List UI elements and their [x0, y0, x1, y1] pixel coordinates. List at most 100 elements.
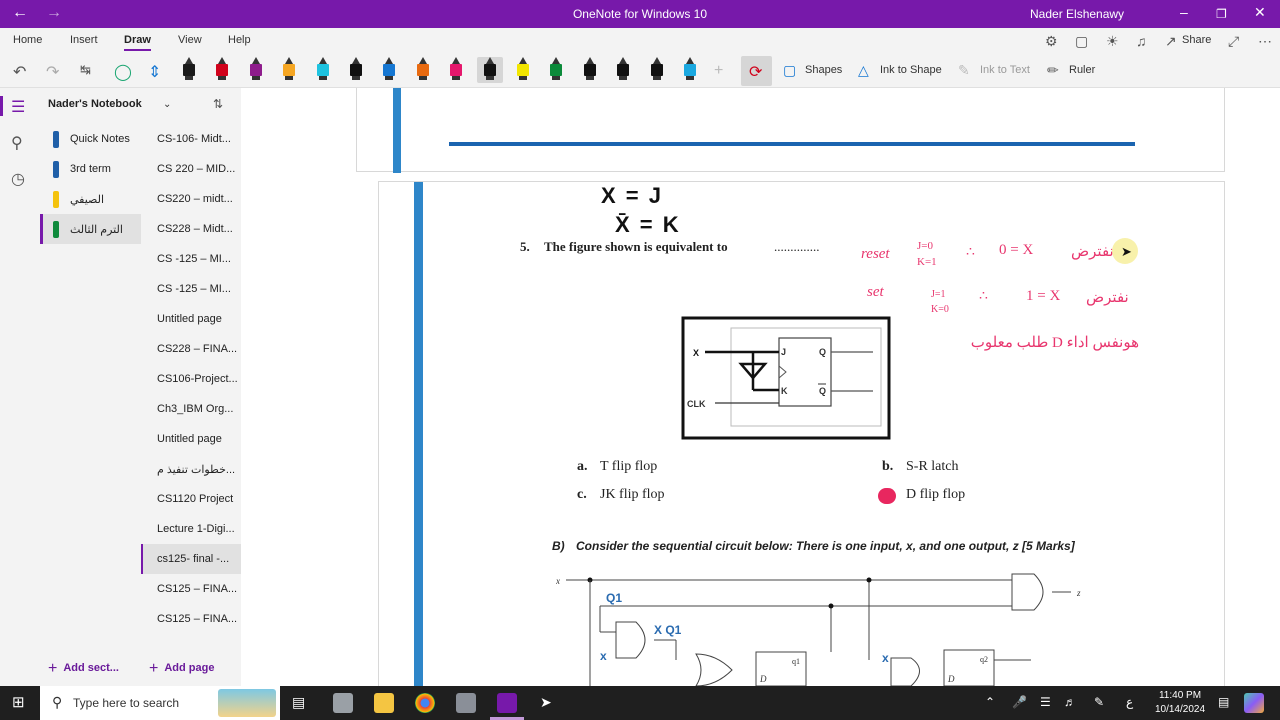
bell-icon[interactable]: ♫	[1136, 33, 1147, 49]
ruler-icon[interactable]: ✏	[1047, 62, 1059, 79]
pen-orange-icon[interactable]	[281, 57, 297, 83]
page-label: خطوات تنفيذ م...	[157, 464, 236, 476]
section-item[interactable]: Quick Notes	[40, 124, 141, 154]
pen-black-3-icon[interactable]	[582, 57, 598, 83]
page-item[interactable]: CS228 – Midt...	[141, 214, 241, 244]
task-view-icon[interactable]: ▤	[292, 694, 305, 711]
tab-home[interactable]: Home	[13, 34, 42, 46]
page-view-icon[interactable]: ▢	[1075, 33, 1088, 50]
pen-orange-2-icon[interactable]	[415, 57, 431, 83]
taskbar-search[interactable]: ⚲ Type here to search	[40, 686, 280, 720]
redo-icon[interactable]: ↷	[46, 62, 59, 82]
option-d-text: D flip flop	[906, 487, 966, 502]
page-item[interactable]: CS -125 – MI...	[141, 244, 241, 274]
tab-insert[interactable]: Insert	[70, 34, 98, 46]
lasso-type-icon[interactable]: ↹	[80, 62, 91, 78]
highlighter-cyan-icon[interactable]	[315, 57, 331, 83]
page-item[interactable]: CS125 – FINA...	[141, 574, 241, 604]
onenote-icon[interactable]	[497, 693, 517, 713]
page-item[interactable]: CS1120 Project	[141, 484, 241, 514]
lightbulb-icon[interactable]: ☀	[1106, 33, 1119, 50]
page-item[interactable]: Untitled page	[141, 424, 241, 454]
app-icon-1[interactable]	[333, 693, 353, 713]
tab-view[interactable]: View	[178, 34, 202, 46]
sticky-notes-icon[interactable]: ⚙	[1045, 33, 1058, 50]
page-item[interactable]: خطوات تنفيذ م...	[141, 454, 241, 484]
fullscreen-icon[interactable]: ⤢	[1228, 33, 1239, 50]
pen-black-5-icon[interactable]	[649, 57, 665, 83]
windows-start-icon[interactable]: ⊞	[12, 693, 25, 711]
pen-black-4-icon[interactable]	[615, 57, 631, 83]
page-canvas[interactable]: X = J X̄ = K 5. The figure shown is equi…	[241, 88, 1280, 686]
shapes-icon[interactable]: ▢	[783, 62, 796, 79]
page-item[interactable]: CS228 – FINA...	[141, 334, 241, 364]
app-icon-3[interactable]: ➤	[540, 694, 552, 711]
share-button[interactable]: Share	[1182, 34, 1211, 46]
add-icon: +	[149, 660, 159, 677]
undo-icon[interactable]: ↶	[13, 62, 26, 82]
chevron-down-icon[interactable]: ⌄	[163, 99, 171, 110]
shapes-button[interactable]: Shapes	[805, 64, 842, 76]
page-item[interactable]: Ch3_IBM Org...	[141, 394, 241, 424]
ink-to-shape-button[interactable]: Ink to Shape	[880, 64, 942, 76]
pen-icon[interactable]: ✎	[1094, 695, 1104, 709]
user-name[interactable]: Nader Elshenawy	[1030, 7, 1124, 21]
pen-pink-icon[interactable]	[448, 57, 464, 83]
ruler-button[interactable]: Ruler	[1069, 64, 1095, 76]
page-item[interactable]: CS -125 – MI...	[141, 274, 241, 304]
clock-time: 11:40 PM	[1158, 690, 1202, 701]
image-container-1[interactable]	[356, 88, 1225, 173]
share-icon[interactable]: ↗	[1165, 33, 1177, 50]
image-border-strip	[414, 182, 423, 686]
page-item[interactable]: CS-106- Midt...	[141, 124, 241, 154]
restore-icon[interactable]: ❐	[1216, 7, 1227, 21]
pen-red-icon[interactable]	[214, 57, 230, 83]
add-section-button[interactable]: + Add sect...	[48, 660, 119, 678]
lasso-select-icon[interactable]: ◯	[114, 62, 132, 82]
app-icon-2[interactable]	[456, 693, 476, 713]
section-item[interactable]: الترم الثالث	[40, 214, 141, 244]
page-item[interactable]: CS125 – FINA...	[141, 604, 241, 634]
tab-draw[interactable]: Draw	[124, 34, 151, 51]
add-page-button[interactable]: + Add page	[149, 660, 214, 678]
search-icon[interactable]: ⚲	[11, 133, 23, 153]
add-pen-icon[interactable]: +	[714, 62, 723, 80]
sort-icon[interactable]: ⇅	[213, 97, 223, 111]
highlighter-yellow-icon[interactable]	[515, 57, 531, 83]
copilot-icon[interactable]	[1244, 693, 1264, 713]
notebooks-icon[interactable]: ☰	[11, 97, 25, 117]
page-item[interactable]: CS106-Project...	[141, 364, 241, 394]
pen-light-blue-icon[interactable]	[682, 57, 698, 83]
close-icon[interactable]: ✕	[1254, 4, 1266, 21]
clock[interactable]: 11:40 PM 10/14/2024	[1142, 689, 1218, 717]
ink-to-shape-icon[interactable]: △	[858, 62, 869, 79]
ink-replay-icon[interactable]: ⟳	[749, 62, 762, 82]
chrome-icon[interactable]	[415, 693, 435, 713]
notebook-name[interactable]: Nader's Notebook	[48, 98, 142, 110]
add-space-icon[interactable]: ⇕	[148, 62, 161, 82]
page-item[interactable]: Lecture 1-Digi...	[141, 514, 241, 544]
pen-black-selected-icon[interactable]	[476, 57, 503, 83]
file-explorer-icon[interactable]	[374, 693, 394, 713]
notifications-icon[interactable]: ▤	[1218, 695, 1229, 709]
pen-green-icon[interactable]	[548, 57, 564, 83]
pen-blue-icon[interactable]	[381, 57, 397, 83]
volume-icon[interactable]: ♬	[1064, 695, 1076, 709]
microphone-icon[interactable]: 🎤	[1012, 695, 1027, 709]
minimize-icon[interactable]: –	[1180, 4, 1188, 20]
pen-black-2-icon[interactable]	[348, 57, 364, 83]
pen-purple-icon[interactable]	[248, 57, 264, 83]
pen-black-icon[interactable]	[181, 57, 197, 83]
page-item[interactable]: Untitled page	[141, 304, 241, 334]
section-item[interactable]: 3rd term	[40, 154, 141, 184]
tab-help[interactable]: Help	[228, 34, 251, 46]
wifi-icon[interactable]: ☰	[1040, 695, 1051, 709]
chevron-up-icon[interactable]: ⌃	[985, 695, 995, 709]
page-item[interactable]: cs125- final -...	[141, 544, 241, 574]
recent-icon[interactable]: ◷	[11, 169, 25, 189]
section-item[interactable]: الصيفي	[40, 184, 141, 214]
page-item[interactable]: CS220 – midt...	[141, 184, 241, 214]
more-icon[interactable]: ⋯	[1258, 33, 1272, 50]
language-indicator[interactable]: ع	[1126, 695, 1133, 709]
page-item[interactable]: CS 220 – MID...	[141, 154, 241, 184]
